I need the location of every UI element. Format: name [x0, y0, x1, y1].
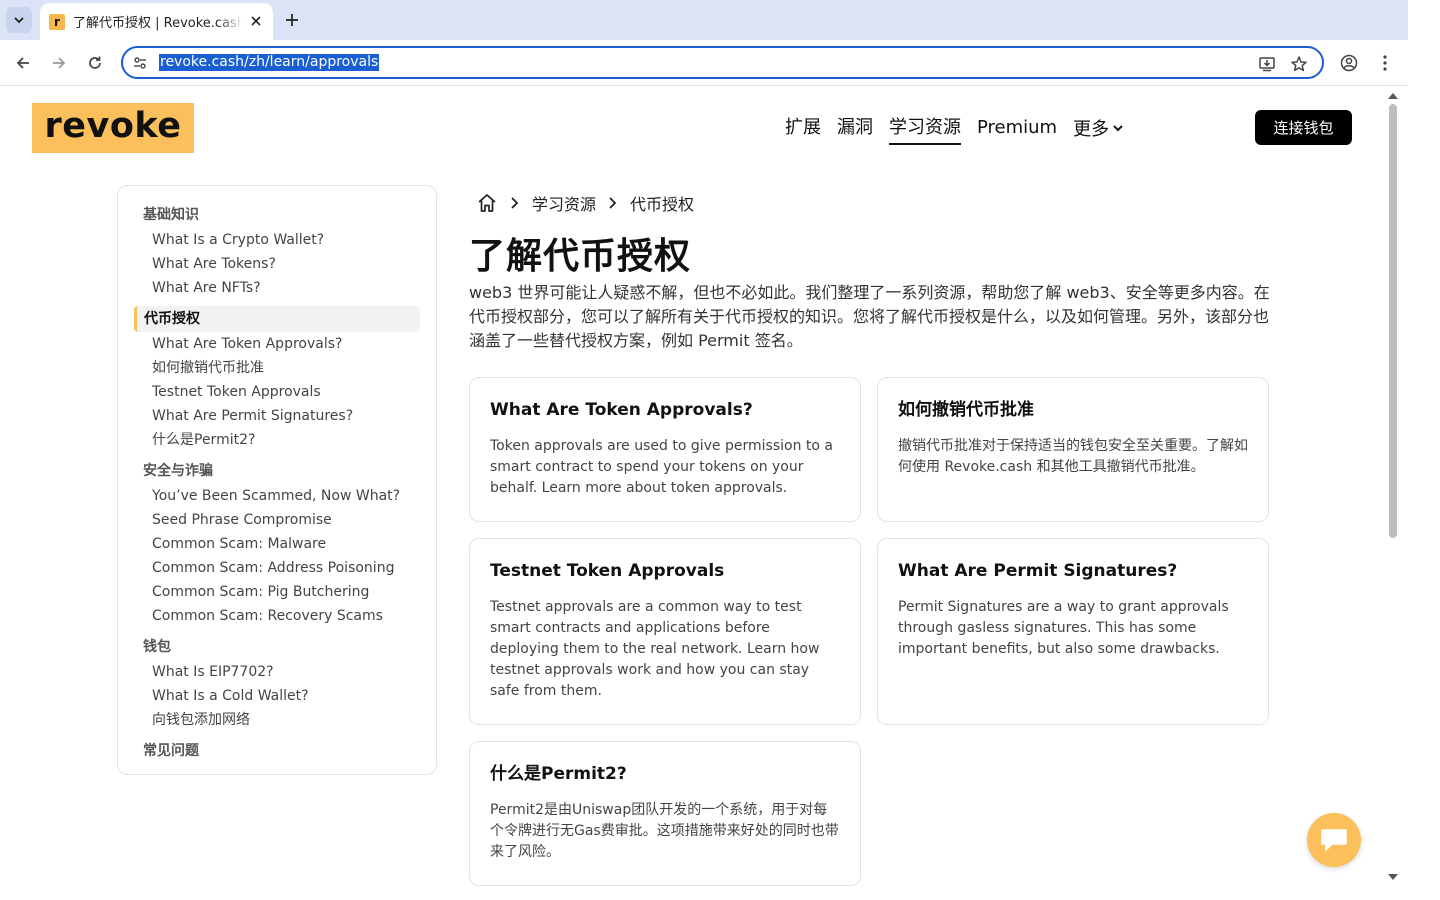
card-description: Permit2是由Uniswap团队开发的一个系统，用于对每个令牌进行无Gas费…: [490, 802, 839, 860]
learn-sidebar: 基础知识 What Is a Crypto Wallet? What Are T…: [117, 185, 437, 775]
sidebar-item[interactable]: 向钱包添加网络: [118, 708, 436, 732]
sidebar-item[interactable]: Common Scam: Address Poisoning: [118, 556, 436, 580]
forward-button[interactable]: [47, 51, 71, 75]
sidebar-item[interactable]: Common Scam: Malware: [118, 532, 436, 556]
sidebar-section-faq[interactable]: 常见问题: [118, 738, 436, 764]
breadcrumb-learn[interactable]: 学习资源: [532, 191, 596, 215]
tab-strip: r 了解代币授权 | Revoke.cash: [0, 0, 1408, 40]
sidebar-item[interactable]: 如何撤销代币批准: [118, 356, 436, 380]
revoke-favicon-icon: r: [49, 13, 65, 30]
plus-icon: [286, 14, 298, 26]
sidebar-section-wallets[interactable]: 钱包: [118, 634, 436, 660]
sidebar-item[interactable]: Testnet Token Approvals: [118, 380, 436, 404]
home-icon[interactable]: [476, 192, 498, 214]
article-card[interactable]: What Are Token Approvals? Token approval…: [469, 377, 861, 522]
chevron-right-icon: [608, 196, 618, 210]
close-icon: [251, 16, 261, 26]
url-text[interactable]: revoke.cash/zh/learn/approvals: [159, 54, 380, 71]
nav-extension[interactable]: 扩展: [785, 116, 821, 140]
sidebar-item[interactable]: Common Scam: Recovery Scams: [118, 604, 436, 628]
sidebar-section-approvals[interactable]: 代币授权: [134, 306, 420, 332]
arrow-right-icon: [53, 57, 66, 69]
nav-more-dropdown[interactable]: 更多: [1073, 115, 1125, 141]
top-navigation: 扩展 漏洞 学习资源 Premium 更多: [785, 115, 1125, 145]
revoke-logo[interactable]: revoke: [32, 103, 194, 153]
breadcrumb: 学习资源 代币授权: [476, 191, 694, 215]
sidebar-section-security[interactable]: 安全与诈骗: [118, 458, 436, 484]
card-description: 撤销代币批准对于保持适当的钱包安全至关重要。了解如何使用 Revoke.cash…: [898, 438, 1248, 475]
account-circle-icon: [1340, 54, 1358, 72]
more-vert-icon: [1383, 55, 1387, 71]
sidebar-item[interactable]: What Are Token Approvals?: [118, 332, 436, 356]
sidebar-item[interactable]: What Are Permit Signatures?: [118, 404, 436, 428]
profile-button[interactable]: [1337, 51, 1361, 75]
page-title: 了解代币授权: [469, 236, 692, 277]
site-settings-icon[interactable]: [131, 54, 149, 72]
arrow-left-icon: [16, 57, 29, 69]
card-title: Testnet Token Approvals: [490, 561, 725, 581]
nav-learn[interactable]: 学习资源: [889, 116, 961, 145]
reload-icon: [89, 56, 101, 69]
intro-text: web3 世界可能让人疑惑不解，但也不必如此。我们整理了一系列资源，帮助您了解 …: [469, 283, 1270, 350]
article-card[interactable]: Testnet Token Approvals Testnet approval…: [469, 538, 861, 725]
browser-tab[interactable]: r 了解代币授权 | Revoke.cash: [40, 3, 273, 40]
article-card[interactable]: 如何撤销代币批准 撤销代币批准对于保持适当的钱包安全至关重要。了解如何使用 Re…: [877, 377, 1269, 522]
bookmark-star-icon[interactable]: [1289, 54, 1309, 74]
article-card[interactable]: What Are Permit Signatures? Permit Signa…: [877, 538, 1269, 725]
article-card[interactable]: 什么是Permit2? Permit2是由Uniswap团队开发的一个系统，用于…: [469, 741, 861, 886]
install-app-icon[interactable]: [1257, 54, 1277, 74]
window-edge: [1408, 0, 1440, 900]
sidebar-item[interactable]: What Is a Cold Wallet?: [118, 684, 436, 708]
close-tab-button[interactable]: [248, 13, 264, 29]
sidebar-item[interactable]: What Is EIP7702?: [118, 660, 436, 684]
chat-bubble-icon: [1321, 829, 1347, 851]
reload-button[interactable]: [83, 51, 107, 75]
page: revoke 扩展 漏洞 学习资源 Premium 更多 连接钱包 基础知识 W…: [0, 87, 1386, 900]
new-tab-button[interactable]: [281, 9, 303, 31]
support-chat-button[interactable]: [1307, 813, 1361, 867]
card-description: Permit Signatures are a way to grant app…: [898, 599, 1229, 657]
card-title: What Are Token Approvals?: [490, 400, 753, 420]
scrollbar-thumb[interactable]: [1389, 104, 1397, 538]
connect-wallet-button[interactable]: 连接钱包: [1255, 110, 1352, 145]
card-title: 什么是Permit2?: [490, 764, 627, 784]
card-title: What Are Permit Signatures?: [898, 561, 1178, 581]
scroll-down-arrow-icon[interactable]: [1388, 873, 1398, 881]
tab-title: 了解代币授权 | Revoke.cash: [73, 16, 243, 31]
browser-toolbar: revoke.cash/zh/learn/approvals: [0, 40, 1408, 86]
back-button[interactable]: [11, 51, 35, 75]
nav-exploits[interactable]: 漏洞: [837, 116, 873, 140]
sidebar-item[interactable]: 什么是Permit2?: [118, 428, 436, 452]
sidebar-item[interactable]: Seed Phrase Compromise: [118, 508, 436, 532]
breadcrumb-approvals[interactable]: 代币授权: [630, 191, 694, 215]
card-description: Testnet approvals are a common way to te…: [490, 599, 820, 699]
nav-more-label: 更多: [1073, 119, 1110, 140]
card-title: 如何撤销代币批准: [898, 400, 1034, 420]
browser-menu-button[interactable]: [1373, 51, 1397, 75]
tab-search-dropdown[interactable]: [6, 7, 32, 33]
card-description: Token approvals are used to give permiss…: [490, 438, 833, 496]
chevron-down-icon: [1113, 125, 1123, 132]
sidebar-item[interactable]: You’ve Been Scammed, Now What?: [118, 484, 436, 508]
sidebar-item[interactable]: Common Scam: Pig Butchering: [118, 580, 436, 604]
sidebar-item[interactable]: What Are Tokens?: [118, 252, 436, 276]
address-bar[interactable]: revoke.cash/zh/learn/approvals: [121, 46, 1324, 79]
chevron-down-icon: [14, 17, 24, 24]
scroll-up-arrow-icon[interactable]: [1388, 92, 1398, 100]
sidebar-item[interactable]: What Is a Crypto Wallet?: [118, 228, 436, 252]
chevron-right-icon: [510, 196, 520, 210]
sidebar-section-basics[interactable]: 基础知识: [118, 202, 436, 228]
sidebar-item[interactable]: What Are NFTs?: [118, 276, 436, 300]
nav-premium[interactable]: Premium: [977, 116, 1057, 140]
